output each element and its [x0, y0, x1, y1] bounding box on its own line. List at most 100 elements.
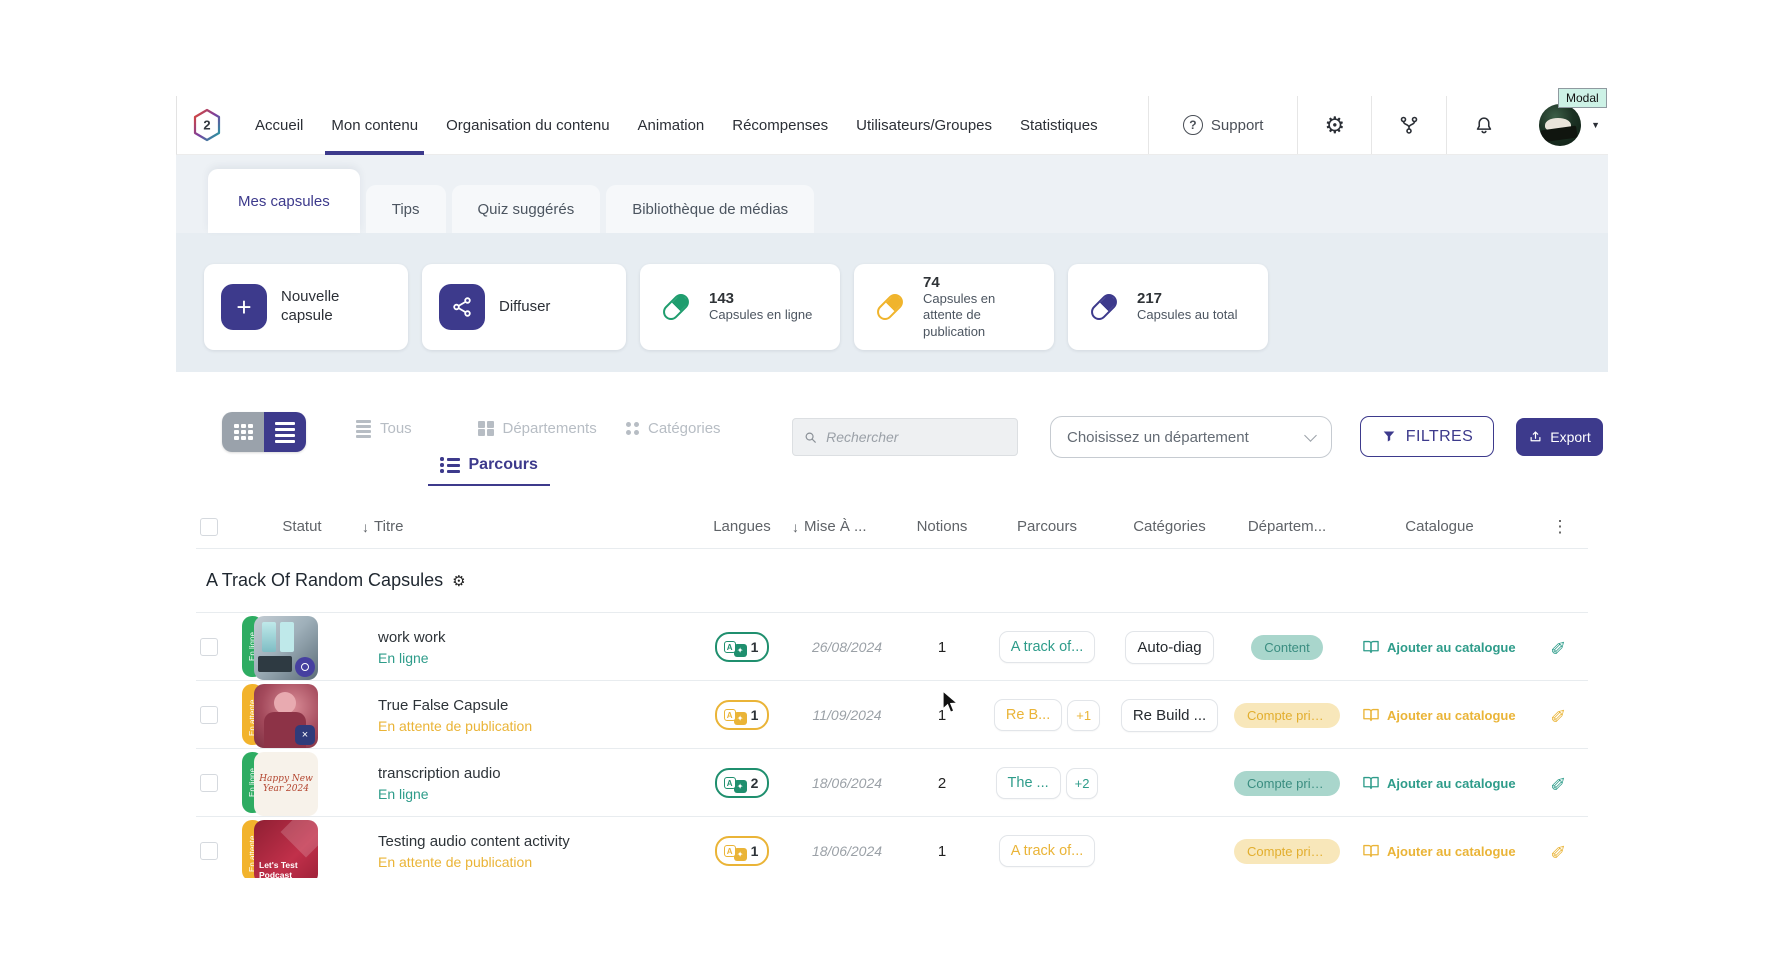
add-to-catalog-button[interactable]: Ajouter au catalogue: [1347, 637, 1516, 657]
export-button[interactable]: Export: [1516, 418, 1603, 456]
languages-badge: A✦1: [715, 700, 770, 730]
capsule-purple-icon: [1088, 291, 1121, 324]
stat-card-pending: 74Capsules en attente de publication: [854, 264, 1054, 350]
tab-quiz-suggeres[interactable]: Quiz suggérés: [452, 185, 601, 233]
notions-count: 1: [938, 707, 946, 724]
capsules-table: Statut ↓Titre Langues ↓Mise À ... Notion…: [176, 505, 1608, 878]
select-all-checkbox[interactable]: [200, 518, 218, 536]
edit-icon[interactable]: ✎: [1548, 843, 1571, 859]
nav-item-utilisateurs[interactable]: Utilisateurs/Groupes: [842, 96, 1006, 155]
search-input[interactable]: [826, 429, 1007, 445]
table-header: Statut ↓Titre Langues ↓Mise À ... Notion…: [196, 505, 1588, 549]
list-view-button[interactable]: [264, 412, 306, 452]
hierarchy-button[interactable]: [1372, 113, 1446, 137]
row-checkbox[interactable]: [200, 842, 218, 860]
sort-desc-icon: ↓: [362, 519, 369, 535]
notions-count: 2: [938, 775, 946, 792]
stat-value: 74: [923, 274, 1037, 291]
capsule-title[interactable]: True False Capsule: [378, 697, 508, 714]
parcours-chip[interactable]: The ...: [996, 767, 1061, 799]
department-select[interactable]: Choisissez un département: [1050, 416, 1332, 458]
book-icon: [1361, 705, 1381, 725]
top-navigation: 2 Accueil Mon contenu Organisation du co…: [176, 96, 1608, 155]
row-checkbox[interactable]: [200, 638, 218, 656]
capsule-title[interactable]: transcription audio: [378, 765, 501, 782]
avatar[interactable]: [1539, 104, 1581, 146]
nav-item-mon-contenu[interactable]: Mon contenu: [317, 96, 432, 155]
kebab-menu-icon[interactable]: ⋮: [1532, 517, 1588, 537]
languages-badge: A✦2: [715, 768, 770, 798]
capsule-status-text: En attente de publication: [378, 718, 532, 734]
row-checkbox[interactable]: [200, 706, 218, 724]
parcours-extra-chip[interactable]: +1: [1067, 700, 1100, 731]
updated-date: 18/06/2024: [812, 843, 882, 859]
translate-icon: A: [724, 777, 736, 789]
header-mise-a-jour[interactable]: ↓Mise À ...: [792, 518, 902, 535]
group-header: A Track Of Random Capsules ⚙: [196, 549, 1588, 613]
main-menu: Accueil Mon contenu Organisation du cont…: [241, 96, 1112, 155]
parcours-chip[interactable]: A track of...: [999, 835, 1096, 867]
book-icon: [1361, 773, 1381, 793]
nav-item-accueil[interactable]: Accueil: [241, 96, 317, 155]
capsule-thumbnail[interactable]: [254, 616, 318, 680]
group-settings-icon[interactable]: ⚙: [452, 572, 465, 590]
capsule-thumbnail[interactable]: ×: [254, 684, 318, 748]
edit-icon[interactable]: ✎: [1548, 639, 1571, 655]
capsule-title[interactable]: Testing audio content activity: [378, 833, 570, 850]
edit-icon[interactable]: ✎: [1548, 707, 1571, 723]
stat-value: 217: [1137, 290, 1237, 307]
new-capsule-button[interactable]: + Nouvelle capsule: [204, 264, 408, 350]
branch-icon: [1398, 113, 1420, 137]
profile-menu[interactable]: ▼: [1521, 104, 1608, 146]
capsule-status-text: En ligne: [378, 650, 429, 666]
grid-view-button[interactable]: [222, 412, 264, 452]
diffuse-label: Diffuser: [499, 298, 550, 317]
add-to-catalog-button[interactable]: Ajouter au catalogue: [1347, 841, 1516, 861]
notifications-button[interactable]: [1447, 113, 1521, 137]
parcours-extra-chip[interactable]: +2: [1066, 768, 1099, 799]
category-chip[interactable]: Auto-diag: [1125, 631, 1213, 664]
updated-date: 11/09/2024: [812, 707, 881, 723]
header-categories: Catégories: [1112, 518, 1227, 535]
capsule-thumbnail[interactable]: Happy New Year 2024: [254, 752, 318, 816]
diffuse-button[interactable]: Diffuser: [422, 264, 626, 350]
cards-band: + Nouvelle capsule Diffuser 143Capsules …: [176, 233, 1608, 372]
bell-icon: [1473, 113, 1495, 137]
search-box: [792, 418, 1018, 456]
capsule-title[interactable]: work work: [378, 629, 446, 646]
category-chip[interactable]: Re Build ...: [1121, 699, 1218, 732]
filter-parcours[interactable]: Parcours: [440, 456, 538, 474]
capsule-status-text: En ligne: [378, 786, 429, 802]
add-to-catalog-button[interactable]: Ajouter au catalogue: [1347, 705, 1516, 725]
app-logo-icon[interactable]: 2: [191, 107, 223, 143]
table-row: En attente... Let's Test Podcast Testing…: [196, 817, 1588, 878]
nav-item-animation[interactable]: Animation: [624, 96, 719, 155]
translate-icon: A: [724, 709, 736, 721]
row-checkbox[interactable]: [200, 774, 218, 792]
capsule-status-text: En attente de publication: [378, 854, 532, 870]
settings-button[interactable]: ⚙: [1298, 114, 1371, 137]
filters-button[interactable]: FILTRES: [1360, 416, 1494, 457]
chevron-down-icon: [1304, 429, 1317, 442]
tab-mes-capsules[interactable]: Mes capsules: [208, 169, 360, 233]
parcours-chip[interactable]: A track of...: [999, 631, 1096, 663]
tab-tips[interactable]: Tips: [366, 185, 446, 233]
filter-departements[interactable]: Départements: [478, 420, 597, 437]
edit-icon[interactable]: ✎: [1548, 775, 1571, 791]
nav-item-statistiques[interactable]: Statistiques: [1006, 96, 1112, 155]
parcours-chip[interactable]: Re B...: [994, 699, 1062, 731]
filter-bar: Tous Départements Catégories Parcours Ch…: [176, 372, 1608, 505]
header-titre[interactable]: ↓Titre: [362, 518, 692, 535]
support-button[interactable]: ? Support: [1149, 115, 1298, 135]
department-chip: Compte prin...: [1234, 703, 1340, 728]
chevron-down-icon[interactable]: ▼: [1591, 120, 1600, 130]
tab-bibliotheque[interactable]: Bibliothèque de médias: [606, 185, 814, 233]
nav-item-recompenses[interactable]: Récompenses: [718, 96, 842, 155]
translate-icon: A: [724, 641, 736, 653]
capsule-thumbnail[interactable]: Let's Test Podcast: [254, 820, 318, 878]
filter-tous[interactable]: Tous: [356, 420, 412, 438]
filter-categories[interactable]: Catégories: [626, 420, 721, 437]
add-to-catalog-button[interactable]: Ajouter au catalogue: [1347, 773, 1516, 793]
languages-badge: A✦1: [715, 632, 770, 662]
nav-item-organisation[interactable]: Organisation du contenu: [432, 96, 623, 155]
